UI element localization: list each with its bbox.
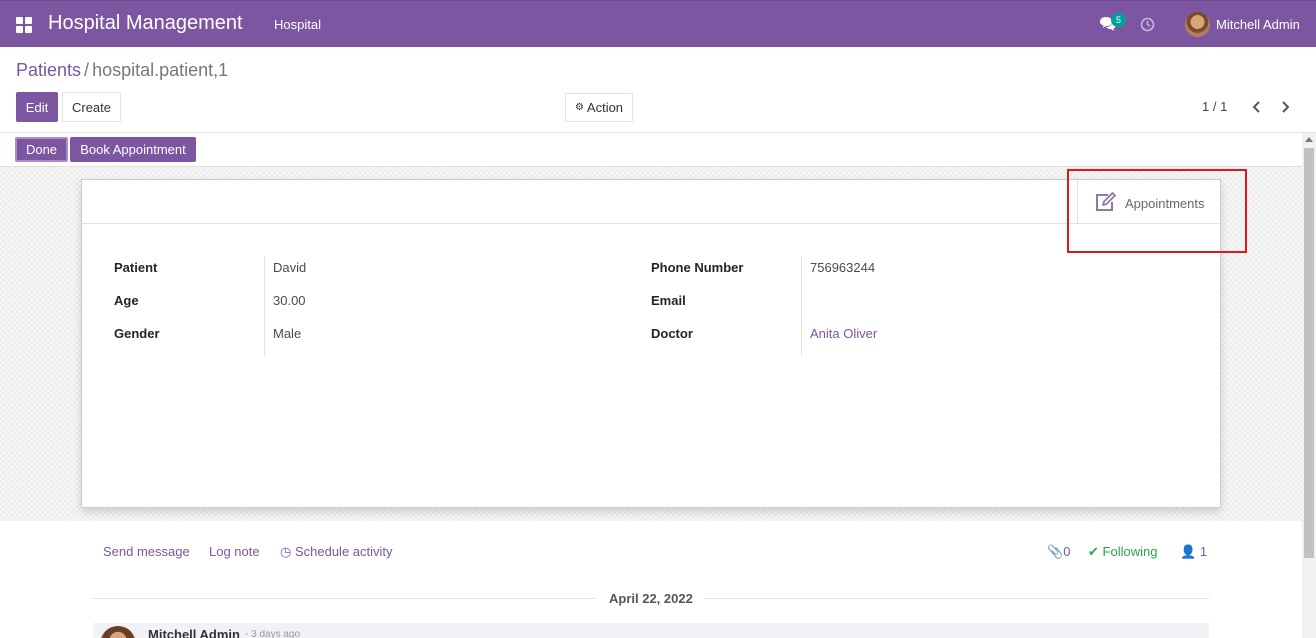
appointments-label: Appointments: [1125, 196, 1205, 211]
clock-icon: ◷: [280, 544, 292, 559]
apps-menu-icon[interactable]: [16, 17, 32, 33]
app-title[interactable]: Hospital Management: [48, 12, 243, 35]
gender-value: Male: [273, 326, 302, 341]
edit-button[interactable]: Edit: [16, 92, 58, 122]
activity-clock-icon[interactable]: [1140, 17, 1155, 32]
doctor-label: Doctor: [651, 326, 693, 341]
breadcrumb-current: hospital.patient,1: [92, 60, 229, 80]
phone-label: Phone Number: [651, 260, 744, 275]
age-label: Age: [114, 293, 139, 308]
action-label: Action: [586, 100, 624, 115]
edit-icon: [1096, 192, 1116, 211]
message-time: - 3 days ago: [245, 629, 301, 638]
appointments-smart-button[interactable]: Appointments: [1077, 180, 1220, 224]
followers-count: 1: [1199, 544, 1208, 559]
scrollbar-thumb[interactable]: [1304, 148, 1314, 558]
top-navbar: Hospital Management Hospital 5 Mitchell …: [0, 0, 1316, 47]
create-button[interactable]: Create: [62, 92, 121, 122]
attachments-count: 0: [1063, 544, 1071, 559]
breadcrumb-separator: /: [84, 60, 90, 80]
book-appointment-button[interactable]: Book Appointment: [70, 137, 196, 162]
pager-next-icon[interactable]: [1279, 99, 1291, 115]
action-button[interactable]: ⚙ Action: [565, 93, 633, 122]
following-label: Following: [1102, 544, 1158, 559]
chat-count-badge: 5: [1111, 13, 1126, 27]
pager-value[interactable]: 1 / 1: [1202, 99, 1227, 114]
done-button[interactable]: Done: [15, 137, 68, 162]
user-icon: 👤: [1180, 544, 1197, 559]
left-group-divider: [264, 257, 265, 356]
breadcrumb: Patients / hospital.patient,1: [16, 60, 228, 81]
gear-icon: ⚙: [574, 102, 584, 113]
pager-previous-icon[interactable]: [1251, 99, 1263, 115]
gender-label: Gender: [114, 326, 160, 341]
right-group-divider: [801, 257, 802, 356]
log-note-button[interactable]: Log note: [209, 544, 260, 559]
message-author[interactable]: Mitchell Admin: [148, 627, 240, 638]
paperclip-icon: 📎: [1047, 544, 1064, 559]
phone-value: 756963244: [810, 260, 876, 275]
date-divider-left: [93, 598, 596, 599]
attachments-button[interactable]: 📎0: [1047, 544, 1070, 560]
doctor-link[interactable]: Anita Oliver: [810, 326, 877, 341]
patient-value: David: [273, 260, 307, 275]
user-menu[interactable]: Mitchell Admin: [1216, 17, 1300, 32]
scroll-up-arrow-icon[interactable]: [1305, 137, 1313, 142]
date-divider-right: [705, 598, 1209, 599]
age-value: 30.00: [273, 293, 306, 308]
breadcrumb-patients[interactable]: Patients: [16, 60, 81, 80]
menu-item-hospital[interactable]: Hospital: [274, 17, 321, 32]
check-icon: ✔: [1088, 544, 1099, 559]
date-separator: April 22, 2022: [609, 591, 693, 606]
patient-label: Patient: [114, 260, 158, 275]
user-avatar[interactable]: [1185, 12, 1210, 37]
followers-button[interactable]: 👤 1: [1180, 544, 1207, 560]
following-button[interactable]: ✔ Following: [1088, 544, 1157, 560]
form-sheet: Appointments: [81, 179, 1221, 508]
send-message-button[interactable]: Send message: [103, 544, 190, 559]
schedule-activity-button[interactable]: ◷ Schedule activity: [280, 544, 393, 560]
smart-button-box: Appointments: [82, 180, 1220, 224]
email-label: Email: [651, 293, 686, 308]
schedule-activity-label: Schedule activity: [294, 544, 393, 559]
